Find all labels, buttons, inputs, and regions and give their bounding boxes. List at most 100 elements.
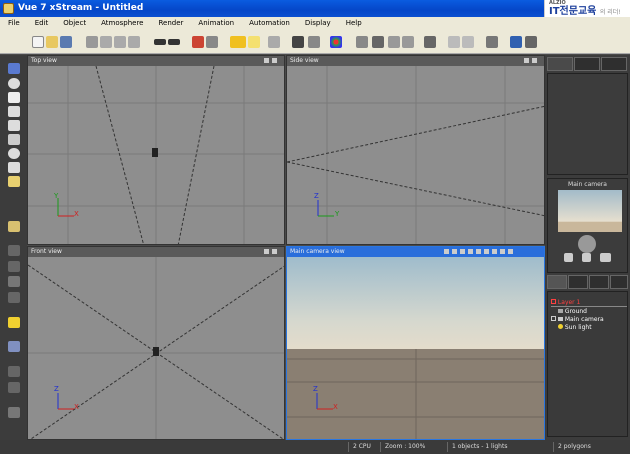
sun-icon: [558, 324, 563, 329]
menu-atmosphere[interactable]: Atmosphere: [93, 17, 150, 30]
front-viewport[interactable]: Front view Z X: [27, 246, 285, 440]
top-viewport[interactable]: Top view Y X: [27, 55, 285, 245]
pencil-icon[interactable]: [8, 407, 20, 418]
camera-controls-icon[interactable]: [441, 249, 541, 255]
terrain-icon[interactable]: [8, 106, 20, 117]
menu-render[interactable]: Render: [150, 17, 190, 30]
tab-world-browser-objects[interactable]: [547, 275, 567, 289]
side-viewport-canvas: [287, 66, 544, 244]
axis-y-label: Y: [54, 192, 59, 200]
light-tool-icon[interactable]: [308, 36, 320, 48]
sky-render: [287, 257, 544, 349]
camera-icon[interactable]: [8, 341, 20, 352]
pan-hand-icon[interactable]: [564, 253, 573, 262]
text-tool-icon[interactable]: [8, 92, 20, 103]
tab-world-browser-links[interactable]: [589, 275, 609, 289]
menu-automation[interactable]: Automation: [241, 17, 297, 30]
tree-item-main-camera[interactable]: Main camera: [551, 316, 604, 323]
top-viewport-canvas: [28, 66, 284, 244]
layer-label: Layer 1: [557, 299, 581, 306]
camera-preview-label: Main camera: [568, 181, 607, 188]
title-bar: Vue 7 xStream - Untitled ALZIO IT전문교육 의 …: [0, 0, 630, 18]
render-icon[interactable]: [192, 36, 204, 48]
settings-icon[interactable]: [525, 36, 537, 48]
expand-icon[interactable]: [551, 316, 556, 321]
side-viewport[interactable]: Side view Z Y: [286, 55, 545, 245]
rock-icon[interactable]: [8, 120, 20, 131]
axis-x-label: X: [74, 403, 79, 411]
tree-item-sun-light[interactable]: Sun light: [558, 324, 592, 331]
tab-object-properties[interactable]: [547, 57, 573, 71]
camera-orbit-icon[interactable]: [578, 235, 596, 253]
tree-item-label: Main camera: [564, 316, 604, 323]
cone-icon[interactable]: [8, 261, 20, 272]
menu-display[interactable]: Display: [297, 17, 338, 30]
object-icon[interactable]: [268, 36, 280, 48]
tree-item-ground[interactable]: Ground: [558, 308, 587, 315]
tab-aspect[interactable]: [601, 57, 627, 71]
camera-object-icon[interactable]: [153, 347, 159, 356]
library-icon[interactable]: [8, 221, 20, 232]
sun-cloud-icon[interactable]: [248, 36, 260, 48]
camera-move-icon[interactable]: [582, 253, 591, 262]
timeline-prev-icon[interactable]: [448, 36, 460, 48]
open-folder-icon[interactable]: [46, 36, 58, 48]
camera-viewport[interactable]: Main camera view Z X: [286, 246, 545, 440]
app-icon[interactable]: [3, 3, 14, 14]
cylinder-icon[interactable]: [8, 245, 20, 256]
plane-icon[interactable]: [8, 134, 20, 145]
axis-z-label: Z: [54, 385, 59, 393]
group-icon[interactable]: [8, 366, 20, 377]
tree-item-label: Ground: [564, 308, 587, 315]
camera-small-icon: [557, 317, 563, 321]
left-toolbar: [0, 55, 27, 440]
camera-tool-icon[interactable]: [292, 36, 304, 48]
save-icon[interactable]: [60, 36, 72, 48]
status-zoom: Zoom : 100%: [380, 442, 446, 452]
ball-icon[interactable]: [8, 148, 20, 159]
tab-numerics[interactable]: [574, 57, 600, 71]
sphere-icon[interactable]: [8, 78, 20, 89]
menu-edit[interactable]: Edit: [27, 17, 56, 30]
boolean-icon[interactable]: [8, 382, 20, 393]
view-layout-icon[interactable]: [510, 36, 522, 48]
zoom-fit-icon[interactable]: [356, 36, 368, 48]
menu-object[interactable]: Object: [55, 17, 93, 30]
plant-icon[interactable]: [8, 176, 20, 187]
zoom-out-icon[interactable]: [402, 36, 414, 48]
menu-file[interactable]: File: [0, 17, 27, 30]
camera-object-icon[interactable]: [152, 148, 158, 157]
select-tool-icon[interactable]: [8, 63, 20, 74]
clapper-icon[interactable]: [486, 36, 498, 48]
undo-icon[interactable]: [154, 39, 166, 45]
camera-light-icon[interactable]: [600, 253, 611, 262]
cut-icon[interactable]: [86, 36, 98, 48]
viewport-options-icon[interactable]: [521, 58, 541, 64]
viewport-options-icon[interactable]: [261, 58, 281, 64]
light-icon[interactable]: [8, 317, 20, 328]
copy-icon[interactable]: [100, 36, 112, 48]
brand-logo: ALZIO IT전문교육 의 리더!: [544, 0, 630, 18]
render-options-icon[interactable]: [206, 36, 218, 48]
menu-animation[interactable]: Animation: [190, 17, 241, 30]
zoom-in-icon[interactable]: [388, 36, 400, 48]
menu-bar: File Edit Object Atmosphere Render Anima…: [0, 17, 630, 30]
material-icon[interactable]: [330, 36, 342, 48]
duplicate-icon[interactable]: [128, 36, 140, 48]
metablob-icon[interactable]: [8, 292, 20, 303]
timeline-play-icon[interactable]: [462, 36, 474, 48]
menu-help[interactable]: Help: [338, 17, 369, 30]
cloud-icon[interactable]: [8, 162, 20, 173]
tab-world-browser-records[interactable]: [610, 275, 628, 289]
paste-icon[interactable]: [114, 36, 126, 48]
tab-world-browser-materials[interactable]: [568, 275, 588, 289]
frame-icon[interactable]: [424, 36, 436, 48]
atmosphere-icon[interactable]: [230, 36, 246, 48]
new-file-icon[interactable]: [32, 36, 44, 48]
redo-icon[interactable]: [168, 39, 180, 45]
world-browser: Layer 1 Ground Main camera Sun light: [547, 291, 628, 437]
torus-icon[interactable]: [8, 276, 20, 287]
zoom-region-icon[interactable]: [372, 36, 384, 48]
layer-row[interactable]: Layer 1: [551, 299, 627, 307]
viewport-options-icon[interactable]: [261, 249, 281, 255]
